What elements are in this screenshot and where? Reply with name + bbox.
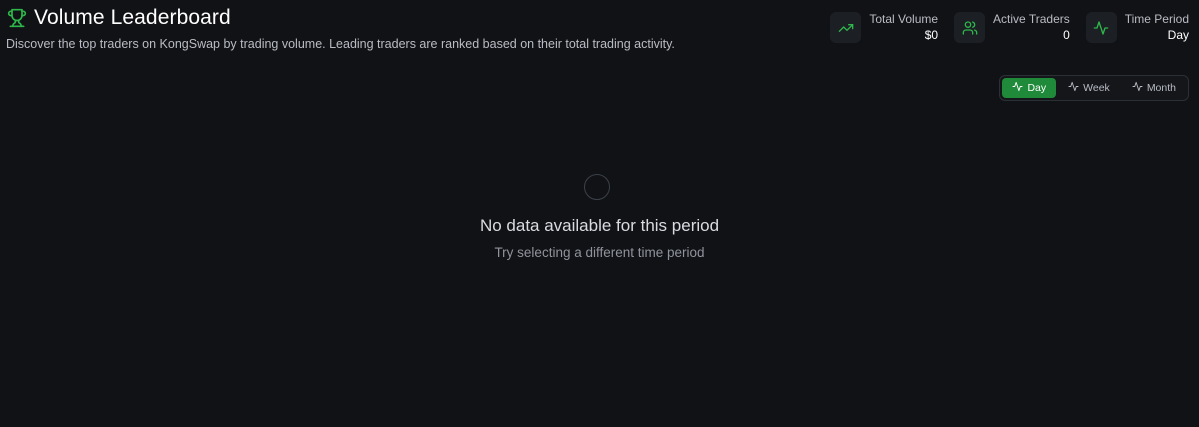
activity-icon: [1085, 12, 1117, 43]
leaderboard-page: Volume Leaderboard Discover the top trad…: [0, 0, 1199, 427]
stats-bar: Total Volume $0 Active Traders 0 Time Pe…: [830, 12, 1189, 43]
empty-state-subtitle: Try selecting a different time period: [494, 245, 705, 260]
stat-active-traders: Active Traders 0: [954, 12, 1070, 43]
stat-label: Time Period: [1124, 12, 1189, 26]
period-month-button[interactable]: Month: [1122, 78, 1186, 98]
stat-time-period: Time Period Day: [1085, 12, 1189, 43]
activity-icon: [1068, 81, 1079, 95]
title-row: Volume Leaderboard: [6, 6, 231, 30]
page-description: Discover the top traders on KongSwap by …: [6, 37, 675, 51]
period-label: Day: [1027, 82, 1047, 94]
activity-icon: [1132, 81, 1143, 95]
empty-state: No data available for this period Try se…: [0, 174, 1199, 260]
stat-label: Total Volume: [869, 12, 939, 26]
period-day-button[interactable]: Day: [1002, 78, 1057, 98]
stat-total-volume: Total Volume $0: [830, 12, 938, 43]
stat-value: 0: [1063, 28, 1070, 42]
period-label: Month: [1146, 82, 1176, 94]
empty-state-title: No data available for this period: [479, 216, 720, 235]
activity-icon: [1012, 81, 1024, 95]
loading-spinner-icon: [583, 174, 610, 200]
trophy-icon: [6, 7, 28, 29]
stat-value: Day: [1167, 28, 1189, 42]
page-title: Volume Leaderboard: [34, 6, 231, 29]
period-toggle: Day Week Month: [999, 75, 1189, 101]
period-label: Week: [1083, 82, 1110, 94]
trending-up-icon: [830, 12, 862, 43]
users-icon: [954, 12, 986, 43]
period-week-button[interactable]: Week: [1058, 78, 1120, 98]
stat-label: Active Traders: [993, 12, 1070, 26]
stat-value: $0: [924, 28, 939, 42]
